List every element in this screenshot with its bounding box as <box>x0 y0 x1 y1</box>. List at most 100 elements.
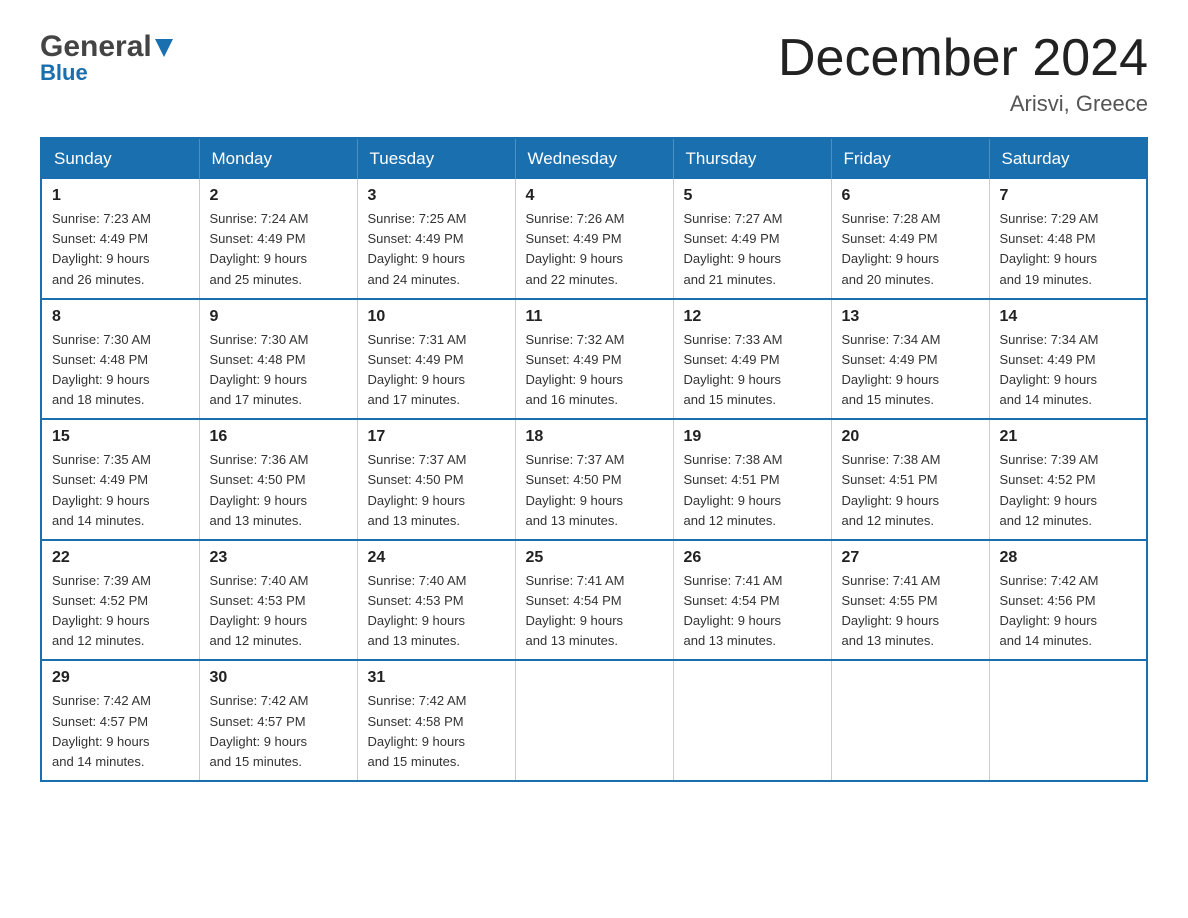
calendar-cell: 3 Sunrise: 7:25 AM Sunset: 4:49 PM Dayli… <box>357 179 515 299</box>
day-number: 13 <box>842 308 979 326</box>
day-info: Sunrise: 7:42 AM Sunset: 4:58 PM Dayligh… <box>368 691 505 772</box>
calendar-cell: 30 Sunrise: 7:42 AM Sunset: 4:57 PM Dayl… <box>199 660 357 781</box>
day-info: Sunrise: 7:34 AM Sunset: 4:49 PM Dayligh… <box>842 330 979 411</box>
calendar-body: 1 Sunrise: 7:23 AM Sunset: 4:49 PM Dayli… <box>41 179 1147 781</box>
calendar-cell: 28 Sunrise: 7:42 AM Sunset: 4:56 PM Dayl… <box>989 540 1147 661</box>
calendar-week-4: 22 Sunrise: 7:39 AM Sunset: 4:52 PM Dayl… <box>41 540 1147 661</box>
calendar-cell: 1 Sunrise: 7:23 AM Sunset: 4:49 PM Dayli… <box>41 179 199 299</box>
day-info: Sunrise: 7:33 AM Sunset: 4:49 PM Dayligh… <box>684 330 821 411</box>
day-info: Sunrise: 7:40 AM Sunset: 4:53 PM Dayligh… <box>368 571 505 652</box>
day-info: Sunrise: 7:42 AM Sunset: 4:57 PM Dayligh… <box>52 691 189 772</box>
day-number: 20 <box>842 428 979 446</box>
calendar-cell: 13 Sunrise: 7:34 AM Sunset: 4:49 PM Dayl… <box>831 299 989 420</box>
day-number: 6 <box>842 187 979 205</box>
calendar-cell: 8 Sunrise: 7:30 AM Sunset: 4:48 PM Dayli… <box>41 299 199 420</box>
calendar-cell <box>673 660 831 781</box>
day-info: Sunrise: 7:41 AM Sunset: 4:54 PM Dayligh… <box>526 571 663 652</box>
logo-blue-text: Blue <box>40 60 88 86</box>
day-number: 18 <box>526 428 663 446</box>
day-info: Sunrise: 7:31 AM Sunset: 4:49 PM Dayligh… <box>368 330 505 411</box>
day-info: Sunrise: 7:24 AM Sunset: 4:49 PM Dayligh… <box>210 209 347 290</box>
day-info: Sunrise: 7:42 AM Sunset: 4:57 PM Dayligh… <box>210 691 347 772</box>
day-info: Sunrise: 7:38 AM Sunset: 4:51 PM Dayligh… <box>842 450 979 531</box>
day-number: 25 <box>526 549 663 567</box>
day-info: Sunrise: 7:29 AM Sunset: 4:48 PM Dayligh… <box>1000 209 1137 290</box>
title-section: December 2024 Arisvi, Greece <box>778 30 1148 117</box>
calendar-cell: 19 Sunrise: 7:38 AM Sunset: 4:51 PM Dayl… <box>673 419 831 540</box>
day-info: Sunrise: 7:35 AM Sunset: 4:49 PM Dayligh… <box>52 450 189 531</box>
day-info: Sunrise: 7:34 AM Sunset: 4:49 PM Dayligh… <box>1000 330 1137 411</box>
calendar-cell <box>989 660 1147 781</box>
day-info: Sunrise: 7:23 AM Sunset: 4:49 PM Dayligh… <box>52 209 189 290</box>
calendar-header: Sunday Monday Tuesday Wednesday Thursday… <box>41 138 1147 179</box>
header-tuesday: Tuesday <box>357 138 515 179</box>
day-number: 12 <box>684 308 821 326</box>
day-number: 3 <box>368 187 505 205</box>
calendar-week-1: 1 Sunrise: 7:23 AM Sunset: 4:49 PM Dayli… <box>41 179 1147 299</box>
calendar-cell: 22 Sunrise: 7:39 AM Sunset: 4:52 PM Dayl… <box>41 540 199 661</box>
header-thursday: Thursday <box>673 138 831 179</box>
calendar-cell: 14 Sunrise: 7:34 AM Sunset: 4:49 PM Dayl… <box>989 299 1147 420</box>
header-monday: Monday <box>199 138 357 179</box>
calendar-cell: 15 Sunrise: 7:35 AM Sunset: 4:49 PM Dayl… <box>41 419 199 540</box>
page-header: General Blue December 2024 Arisvi, Greec… <box>40 30 1148 117</box>
day-info: Sunrise: 7:41 AM Sunset: 4:54 PM Dayligh… <box>684 571 821 652</box>
day-number: 26 <box>684 549 821 567</box>
day-info: Sunrise: 7:39 AM Sunset: 4:52 PM Dayligh… <box>52 571 189 652</box>
day-number: 16 <box>210 428 347 446</box>
day-number: 15 <box>52 428 189 446</box>
day-number: 11 <box>526 308 663 326</box>
day-info: Sunrise: 7:30 AM Sunset: 4:48 PM Dayligh… <box>210 330 347 411</box>
calendar-table: Sunday Monday Tuesday Wednesday Thursday… <box>40 137 1148 782</box>
day-number: 31 <box>368 669 505 687</box>
day-info: Sunrise: 7:38 AM Sunset: 4:51 PM Dayligh… <box>684 450 821 531</box>
day-number: 17 <box>368 428 505 446</box>
day-info: Sunrise: 7:30 AM Sunset: 4:48 PM Dayligh… <box>52 330 189 411</box>
day-info: Sunrise: 7:28 AM Sunset: 4:49 PM Dayligh… <box>842 209 979 290</box>
calendar-cell: 6 Sunrise: 7:28 AM Sunset: 4:49 PM Dayli… <box>831 179 989 299</box>
logo: General Blue <box>40 30 173 86</box>
day-number: 9 <box>210 308 347 326</box>
day-info: Sunrise: 7:39 AM Sunset: 4:52 PM Dayligh… <box>1000 450 1137 531</box>
header-saturday: Saturday <box>989 138 1147 179</box>
day-number: 27 <box>842 549 979 567</box>
day-number: 5 <box>684 187 821 205</box>
calendar-cell: 17 Sunrise: 7:37 AM Sunset: 4:50 PM Dayl… <box>357 419 515 540</box>
day-info: Sunrise: 7:26 AM Sunset: 4:49 PM Dayligh… <box>526 209 663 290</box>
subtitle: Arisvi, Greece <box>778 91 1148 117</box>
day-info: Sunrise: 7:42 AM Sunset: 4:56 PM Dayligh… <box>1000 571 1137 652</box>
calendar-cell: 29 Sunrise: 7:42 AM Sunset: 4:57 PM Dayl… <box>41 660 199 781</box>
calendar-cell: 27 Sunrise: 7:41 AM Sunset: 4:55 PM Dayl… <box>831 540 989 661</box>
calendar-cell: 5 Sunrise: 7:27 AM Sunset: 4:49 PM Dayli… <box>673 179 831 299</box>
calendar-cell: 9 Sunrise: 7:30 AM Sunset: 4:48 PM Dayli… <box>199 299 357 420</box>
day-number: 22 <box>52 549 189 567</box>
day-info: Sunrise: 7:27 AM Sunset: 4:49 PM Dayligh… <box>684 209 821 290</box>
logo-general-text: General <box>40 30 152 64</box>
day-number: 23 <box>210 549 347 567</box>
logo-triangle-icon <box>155 39 173 62</box>
day-number: 7 <box>1000 187 1137 205</box>
main-title: December 2024 <box>778 30 1148 87</box>
header-row: Sunday Monday Tuesday Wednesday Thursday… <box>41 138 1147 179</box>
calendar-cell: 11 Sunrise: 7:32 AM Sunset: 4:49 PM Dayl… <box>515 299 673 420</box>
day-info: Sunrise: 7:36 AM Sunset: 4:50 PM Dayligh… <box>210 450 347 531</box>
day-number: 8 <box>52 308 189 326</box>
calendar-week-3: 15 Sunrise: 7:35 AM Sunset: 4:49 PM Dayl… <box>41 419 1147 540</box>
calendar-cell: 16 Sunrise: 7:36 AM Sunset: 4:50 PM Dayl… <box>199 419 357 540</box>
day-info: Sunrise: 7:32 AM Sunset: 4:49 PM Dayligh… <box>526 330 663 411</box>
day-number: 21 <box>1000 428 1137 446</box>
day-info: Sunrise: 7:25 AM Sunset: 4:49 PM Dayligh… <box>368 209 505 290</box>
calendar-cell: 21 Sunrise: 7:39 AM Sunset: 4:52 PM Dayl… <box>989 419 1147 540</box>
header-friday: Friday <box>831 138 989 179</box>
day-info: Sunrise: 7:40 AM Sunset: 4:53 PM Dayligh… <box>210 571 347 652</box>
calendar-cell: 24 Sunrise: 7:40 AM Sunset: 4:53 PM Dayl… <box>357 540 515 661</box>
calendar-cell <box>515 660 673 781</box>
calendar-cell: 10 Sunrise: 7:31 AM Sunset: 4:49 PM Dayl… <box>357 299 515 420</box>
calendar-cell: 20 Sunrise: 7:38 AM Sunset: 4:51 PM Dayl… <box>831 419 989 540</box>
calendar-cell: 26 Sunrise: 7:41 AM Sunset: 4:54 PM Dayl… <box>673 540 831 661</box>
day-number: 2 <box>210 187 347 205</box>
calendar-cell: 2 Sunrise: 7:24 AM Sunset: 4:49 PM Dayli… <box>199 179 357 299</box>
day-info: Sunrise: 7:37 AM Sunset: 4:50 PM Dayligh… <box>526 450 663 531</box>
day-number: 19 <box>684 428 821 446</box>
header-sunday: Sunday <box>41 138 199 179</box>
